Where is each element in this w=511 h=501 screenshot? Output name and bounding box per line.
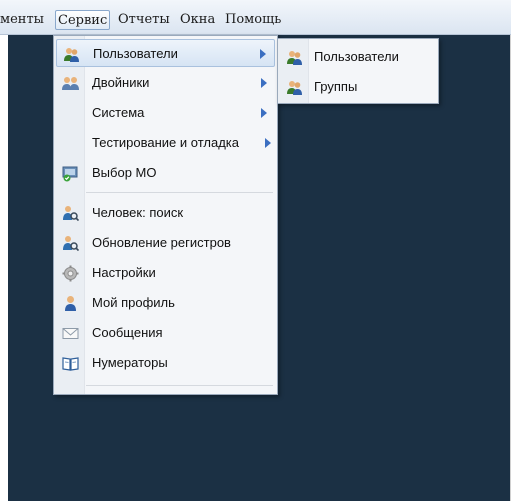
submenu-arrow-icon — [261, 78, 267, 88]
menu-item-label: Пользователи — [93, 46, 178, 61]
menu-item-label: Пользователи — [314, 49, 399, 64]
submenu-arrow-icon — [261, 108, 267, 118]
profile-icon — [65, 296, 76, 311]
registry-update-icon — [63, 236, 79, 252]
submenu-arrow-icon — [265, 138, 271, 148]
menu-item-label: Сообщения — [92, 325, 163, 340]
users-icon — [287, 51, 302, 65]
menu-help[interactable]: Помощь — [225, 10, 281, 30]
menu-separator — [86, 385, 273, 386]
menu-item-settings[interactable]: Настройки — [56, 259, 275, 287]
menu-item-label: Группы — [314, 79, 358, 94]
menu-item-label: Выбор МО — [92, 165, 157, 180]
service-menu: Пользователи Двойники Система Тестирован… — [53, 35, 278, 395]
menu-item-label: Тестирование и отладка — [92, 135, 239, 150]
users-icon — [64, 48, 79, 62]
menu-item-system[interactable]: Система — [56, 99, 275, 127]
menu-item-label: Настройки — [92, 265, 156, 280]
menu-reports[interactable]: Отчеты — [118, 10, 170, 30]
menu-item-registry-update[interactable]: Обновление регистров — [56, 229, 275, 257]
menu-item-mo-select[interactable]: Выбор МО — [56, 159, 275, 187]
menu-service[interactable]: Сервис — [55, 10, 111, 30]
groups-icon — [287, 81, 302, 95]
person-search-icon — [63, 206, 79, 222]
menu-item-label: Обновление регистров — [92, 235, 231, 250]
menu-item-numerators[interactable]: Нумераторы — [56, 349, 275, 377]
menu-item-label: Мой профиль — [92, 295, 175, 310]
book-icon — [62, 357, 79, 371]
menu-separator — [86, 192, 273, 193]
menu-item-person-search[interactable]: Человек: поиск — [56, 199, 275, 227]
menu-item-messages[interactable]: Сообщения — [56, 319, 275, 347]
menu-item-label: Двойники — [92, 75, 150, 90]
menu-item-label: Система — [92, 105, 145, 120]
menubar: менты Сервис Отчеты Окна Помощь — [0, 0, 511, 35]
users-submenu: Пользователи Группы — [277, 38, 439, 104]
doubles-icon — [62, 77, 79, 90]
submenu-arrow-icon — [260, 49, 266, 59]
menu-item-my-profile[interactable]: Мой профиль — [56, 289, 275, 317]
mo-select-icon — [62, 166, 78, 182]
menu-item-doubles[interactable]: Двойники — [56, 69, 275, 97]
menu-instruments[interactable]: менты — [0, 10, 44, 30]
menu-item-label: Нумераторы — [92, 355, 168, 370]
gear-icon — [62, 265, 79, 282]
menu-item-label: Человек: поиск — [92, 205, 184, 220]
envelope-icon — [62, 328, 79, 339]
submenu-item-groups[interactable]: Группы — [280, 73, 436, 101]
menu-item-testing[interactable]: Тестирование и отладка — [56, 129, 275, 157]
submenu-item-users[interactable]: Пользователи — [280, 43, 436, 71]
left-margin — [0, 35, 8, 501]
menu-windows[interactable]: Окна — [180, 10, 215, 30]
menu-item-users[interactable]: Пользователи — [56, 39, 275, 67]
